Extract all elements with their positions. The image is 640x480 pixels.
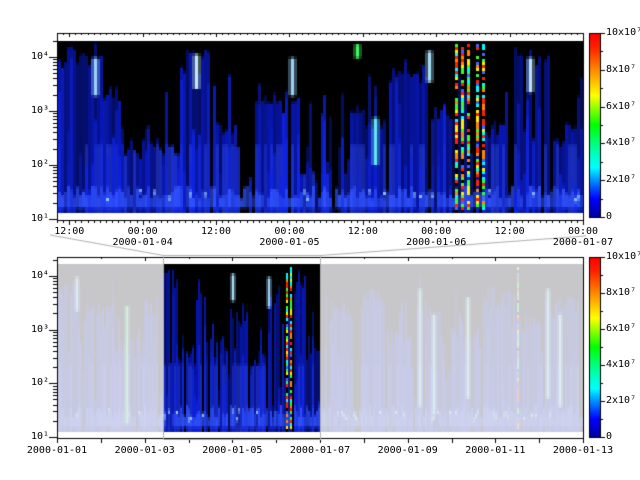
selection-box[interactable]: [162, 255, 320, 440]
spectrogram-figure: 12:0000:00 2000-01-0412:0000:00 2000-01-…: [0, 0, 640, 480]
colorbar-context: [589, 257, 600, 437]
context-plot-area[interactable]: [57, 257, 583, 438]
colorbar-zoom: [589, 33, 600, 217]
zoom-plot-area[interactable]: [57, 33, 583, 220]
